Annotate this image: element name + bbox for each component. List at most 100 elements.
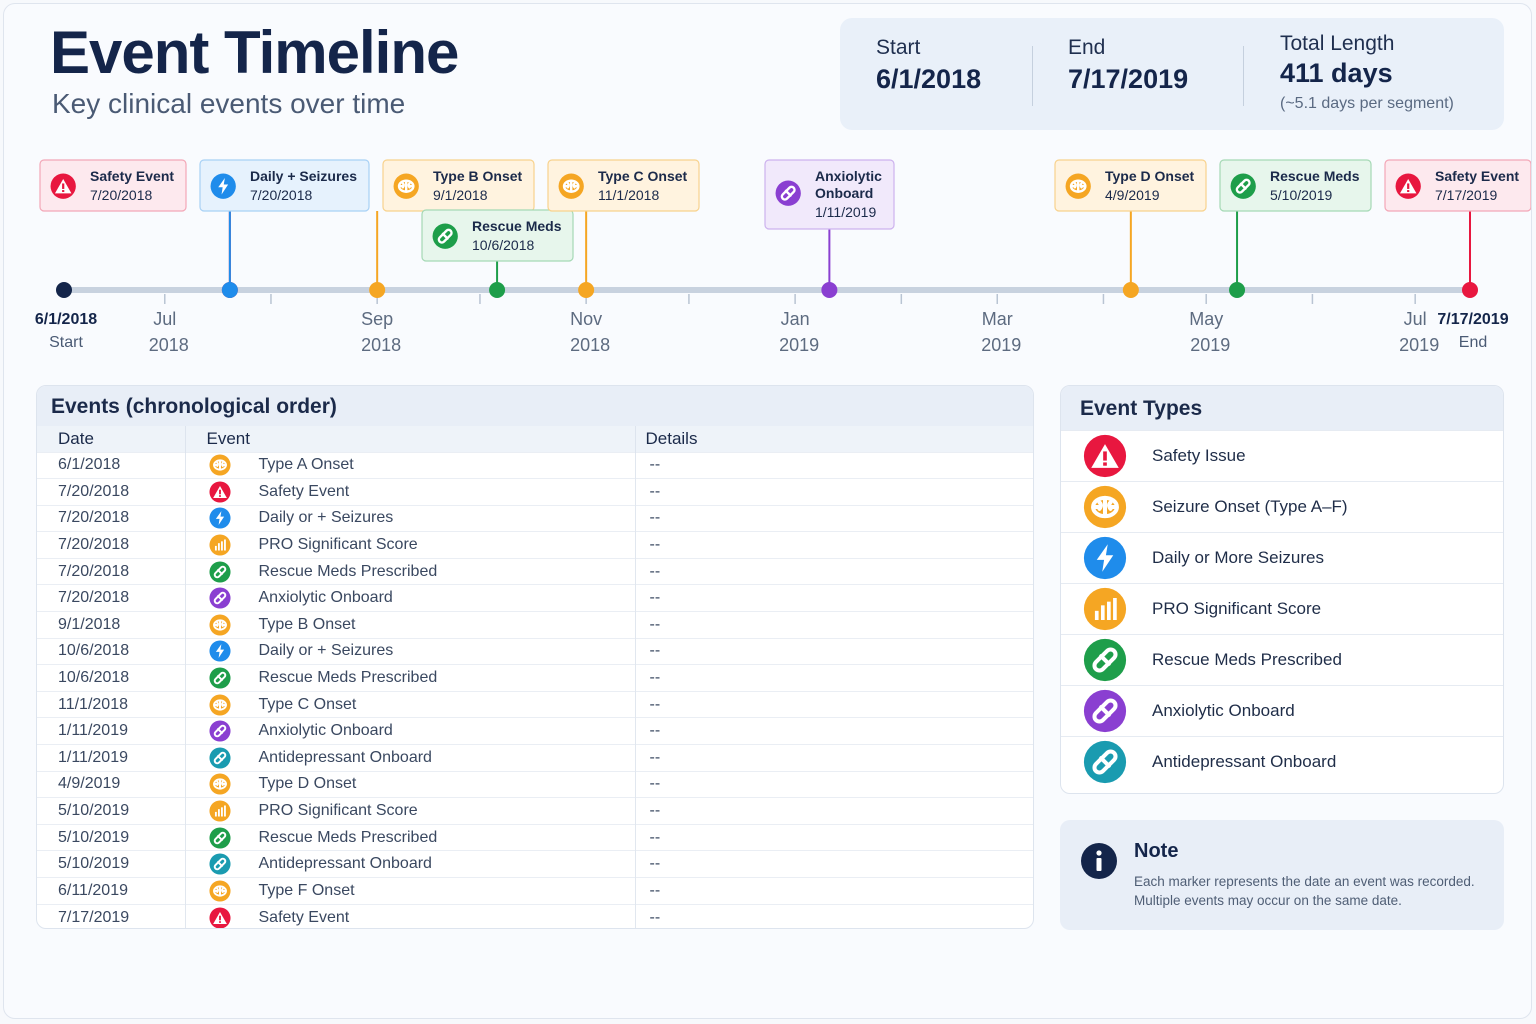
- brain-icon: [1083, 485, 1127, 529]
- events-table-body: 6/1/2018 Type A Onset -- 7/20/2018 Safety Ev…: [37, 451, 1033, 928]
- event-cell: Rescue Meds Prescribed: [185, 557, 636, 585]
- callout-date: 7/17/2019: [1435, 187, 1497, 203]
- summary-length: Total Length 411 days (~5.1 days per seg…: [1280, 32, 1454, 113]
- table-row: 7/17/2019 Safety Event --: [37, 903, 1033, 928]
- note-text: Each marker represents the date an event…: [1134, 874, 1475, 908]
- table-row: 6/1/2018 Type A Onset --: [37, 451, 1033, 479]
- event-cell: Type F Onset: [185, 877, 636, 905]
- event-details: --: [635, 451, 1033, 479]
- event-name: Rescue Meds Prescribed: [258, 669, 438, 687]
- callout-date: 1/11/2019: [815, 204, 876, 220]
- table-row: 10/6/2018 Rescue Meds Prescribed --: [37, 664, 1033, 692]
- timeline-event-marker: [821, 282, 838, 298]
- pill-icon: [208, 587, 231, 609]
- callout-date: 7/20/2018: [90, 187, 152, 203]
- bar-chart-icon: [208, 800, 231, 822]
- note-title: Note: [1134, 840, 1179, 862]
- event-date: 7/20/2018: [37, 531, 186, 559]
- callout-date: 11/1/2018: [598, 187, 659, 203]
- timeline-year-label: 2019: [1399, 335, 1439, 355]
- callout-title: Daily + Seizures: [250, 168, 357, 184]
- event-name: PRO Significant Score: [258, 802, 418, 820]
- event-cell: Daily or + Seizures: [185, 504, 636, 532]
- summary-start-label: Start: [876, 36, 921, 59]
- page: Event Timeline Key clinical events over …: [3, 3, 1532, 1019]
- event-type-item: Safety Issue: [1061, 430, 1503, 481]
- summary-length-sub: (~5.1 days per segment): [1280, 95, 1454, 112]
- timeline-month-label: May: [1189, 309, 1223, 329]
- pill-icon: [208, 853, 231, 875]
- timeline-month-label: Jul: [1404, 309, 1427, 329]
- pill-icon: [208, 561, 231, 583]
- event-date: 4/9/2019: [37, 770, 186, 798]
- timeline-event-marker: [489, 282, 506, 298]
- brain-icon: [208, 773, 231, 795]
- event-name: Daily or + Seizures: [258, 642, 394, 660]
- brain-icon: [558, 173, 584, 199]
- table-row: 5/10/2019 Antidepressant Onboard --: [37, 850, 1033, 878]
- summary-end-value: 7/17/2019: [1068, 64, 1189, 94]
- event-details: --: [635, 903, 1033, 928]
- event-name: Safety Event: [258, 908, 350, 926]
- event-name: Rescue Meds Prescribed: [258, 562, 438, 580]
- event-cell: Type C Onset: [185, 690, 636, 718]
- summary-length-value: 411 days: [1280, 58, 1393, 88]
- table-row: 10/6/2018 Daily or + Seizures --: [37, 637, 1033, 665]
- event-name: Type D Onset: [258, 775, 357, 793]
- pill-icon: [208, 667, 231, 689]
- warning-triangle-icon: [50, 173, 76, 199]
- summary-start-value: 6/1/2018: [876, 64, 982, 94]
- timeline-year-label: 2018: [570, 335, 610, 355]
- event-details: --: [635, 637, 1033, 665]
- table-row: 7/20/2018 Anxiolytic Onboard --: [37, 584, 1033, 612]
- summary-start: Start 6/1/2018: [876, 36, 981, 95]
- warning-triangle-icon: [1083, 434, 1127, 478]
- timeline-month-label: Sep: [361, 309, 393, 329]
- event-type-label: Anxiolytic Onboard: [1152, 701, 1295, 720]
- event-name: Safety Event: [258, 482, 350, 500]
- timeline-start-sub: Start: [49, 334, 83, 351]
- event-type-item: Anxiolytic Onboard: [1061, 685, 1503, 736]
- page-subtitle: Key clinical events over time: [52, 88, 406, 119]
- table-row: 7/20/2018 Daily or + Seizures --: [37, 504, 1033, 532]
- timeline-event-marker: [1122, 282, 1139, 298]
- event-details: --: [635, 531, 1033, 559]
- callout-title: Rescue Meds: [472, 218, 562, 234]
- event-cell: Type A Onset: [185, 451, 636, 479]
- callout-date: 5/10/2019: [1270, 187, 1332, 203]
- events-table-title: Events (chronological order): [37, 386, 1033, 426]
- table-row: 9/1/2018 Type B Onset --: [37, 611, 1033, 639]
- brain-icon: [208, 614, 231, 636]
- event-details: --: [635, 611, 1033, 639]
- brain-icon: [208, 454, 231, 476]
- event-date: 1/11/2019: [37, 744, 186, 772]
- event-cell: PRO Significant Score: [185, 531, 636, 559]
- event-details: --: [635, 690, 1033, 718]
- timeline-end-label: 7/17/2019: [1437, 311, 1508, 328]
- warning-triangle-icon: [1395, 173, 1421, 199]
- timeline-start-marker: [56, 282, 72, 298]
- callout-title: Type D Onset: [1105, 168, 1195, 184]
- table-row: 7/20/2018 Rescue Meds Prescribed --: [37, 557, 1033, 585]
- event-details: --: [635, 744, 1033, 772]
- pill-icon: [1083, 740, 1127, 784]
- timeline-year-label: 2019: [981, 335, 1021, 355]
- event-date: 5/10/2019: [37, 850, 186, 878]
- event-details: --: [635, 478, 1033, 506]
- table-row: 6/11/2019 Type F Onset --: [37, 877, 1033, 905]
- event-cell: PRO Significant Score: [185, 797, 636, 825]
- event-date: 7/20/2018: [37, 557, 186, 585]
- event-type-label: PRO Significant Score: [1152, 599, 1322, 618]
- lightning-bolt-icon: [210, 173, 236, 199]
- event-type-label: Rescue Meds Prescribed: [1152, 650, 1342, 669]
- event-name: Antidepressant Onboard: [258, 855, 432, 873]
- callout-title: Rescue Meds: [1270, 168, 1360, 184]
- timeline-month-label: Jan: [781, 309, 810, 329]
- callout-title: Type B Onset: [433, 168, 523, 184]
- event-details: --: [635, 664, 1033, 692]
- timeline-start-label: 6/1/2018: [35, 311, 97, 328]
- event-type-item: PRO Significant Score: [1061, 583, 1503, 634]
- event-details: --: [635, 823, 1033, 851]
- table-row: 5/10/2019 PRO Significant Score --: [37, 797, 1033, 825]
- pill-icon: [1230, 173, 1256, 199]
